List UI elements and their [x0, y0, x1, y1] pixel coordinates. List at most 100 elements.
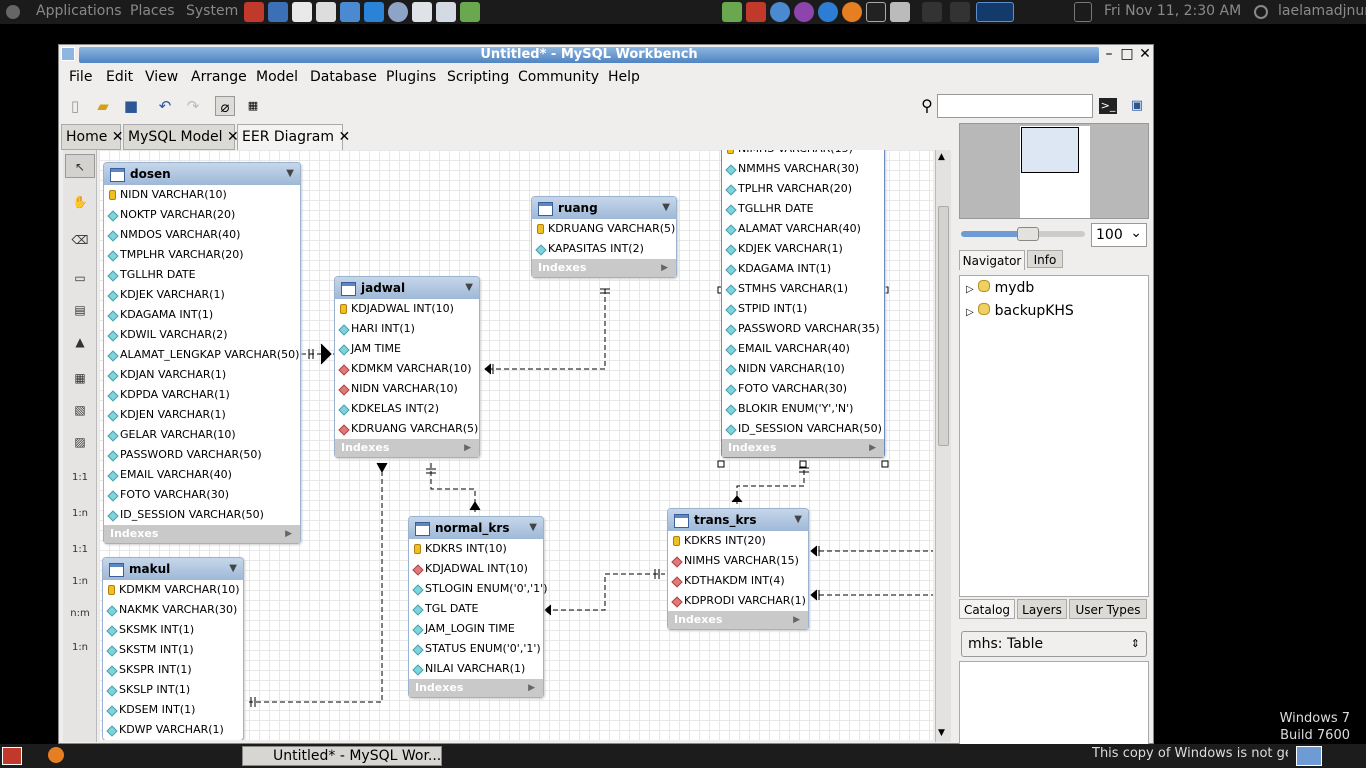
column-row[interactable]: STATUS ENUM('0','1') — [409, 639, 543, 659]
entity-title[interactable]: ruang — [532, 197, 676, 219]
menu-places[interactable]: Places — [130, 3, 175, 19]
app-icon[interactable] — [61, 47, 75, 61]
image-tool-icon[interactable]: ▲ — [65, 330, 95, 354]
close-tab-icon[interactable]: ✕ — [338, 129, 350, 145]
column-row[interactable]: NIMHS VARCHAR(15) — [722, 150, 884, 159]
menu-applications[interactable]: Applications — [36, 3, 122, 19]
entity-jadwal[interactable]: jadwal KDJADWAL INT(10)HARI INT(1)JAM TI… — [334, 276, 480, 458]
column-row[interactable]: EMAIL VARCHAR(40) — [722, 339, 884, 359]
entity-title[interactable]: trans_krs — [668, 509, 808, 531]
column-row[interactable]: KDPDA VARCHAR(1) — [104, 385, 300, 405]
menu-edit[interactable]: Edit — [106, 69, 133, 85]
hand-tool-icon[interactable]: ✋ — [65, 190, 95, 214]
column-row[interactable]: NAKMK VARCHAR(30) — [103, 600, 243, 620]
column-row[interactable]: KDTHAKDM INT(4) — [668, 571, 808, 591]
rel-1-n-tool[interactable]: 1:n — [65, 502, 95, 526]
column-row[interactable]: ALAMAT VARCHAR(40) — [722, 219, 884, 239]
column-row[interactable]: KDJAN VARCHAR(1) — [104, 365, 300, 385]
menu-view[interactable]: View — [145, 69, 178, 85]
menu-arrange[interactable]: Arrange — [191, 69, 247, 85]
object-selector[interactable]: mhs: Table ⇕ — [961, 631, 1147, 657]
column-row[interactable]: KDAGAMA INT(1) — [104, 305, 300, 325]
browser-icon[interactable] — [340, 2, 360, 22]
column-row[interactable]: PASSWORD VARCHAR(35) — [722, 319, 884, 339]
search-input[interactable] — [937, 94, 1093, 118]
scroll-thumb[interactable] — [938, 206, 949, 446]
tray-skype-icon[interactable] — [770, 2, 790, 22]
rel-jadwal-normal-krs[interactable] — [430, 463, 476, 515]
tab-info[interactable]: Info — [1027, 250, 1063, 268]
tree-item-mydb[interactable]: ▷ mydb — [966, 280, 1034, 296]
menu-community[interactable]: Community — [518, 69, 599, 85]
tray-screenshot-icon[interactable] — [890, 2, 910, 22]
indexes-bar[interactable]: Indexes — [409, 679, 543, 697]
column-row[interactable]: NILAI VARCHAR(1) — [409, 659, 543, 679]
firefox-icon[interactable] — [48, 747, 64, 763]
ubuntu-logo-icon[interactable] — [6, 5, 20, 19]
network-icon[interactable] — [268, 2, 288, 22]
column-row[interactable]: KDKRS INT(10) — [409, 539, 543, 559]
expander-icon[interactable]: ▷ — [966, 307, 974, 318]
tab-layers[interactable]: Layers — [1017, 599, 1067, 619]
power-icon[interactable] — [1254, 5, 1268, 19]
workspace-switcher[interactable] — [1296, 746, 1322, 766]
taskbar-item-workbench[interactable]: Untitled* - MySQL Wor... — [242, 746, 442, 766]
tray-chromium-icon[interactable] — [818, 2, 838, 22]
align-icon[interactable]: ▦ — [243, 96, 263, 116]
column-row[interactable]: TPLHR VARCHAR(20) — [722, 179, 884, 199]
tray-terminal-icon[interactable] — [866, 2, 886, 22]
entity-title[interactable]: normal_krs — [409, 517, 543, 539]
tab-user-types[interactable]: User Types — [1069, 599, 1147, 619]
globe-icon[interactable] — [388, 2, 408, 22]
maximize-icon[interactable]: □ — [1119, 46, 1135, 62]
column-row[interactable]: NIDN VARCHAR(10) — [722, 359, 884, 379]
panel-toggle-icon[interactable]: ▣ — [1127, 96, 1147, 116]
indexes-bar[interactable]: Indexes — [532, 259, 676, 277]
scroll-down-icon[interactable]: ▼ — [938, 728, 945, 738]
save-icon[interactable]: ■ — [121, 96, 141, 116]
open-folder-icon[interactable]: ▰ — [93, 96, 113, 116]
clock[interactable]: Fri Nov 11, 2:30 AM — [1104, 3, 1241, 19]
entity-mhs[interactable]: NIMHS VARCHAR(15)NMMHS VARCHAR(30)TPLHR … — [721, 150, 885, 458]
column-row[interactable]: JAM_LOGIN TIME — [409, 619, 543, 639]
column-row[interactable]: ID_SESSION VARCHAR(50) — [104, 505, 300, 525]
tray-emesene-icon[interactable] — [794, 2, 814, 22]
tab-catalog[interactable]: Catalog — [959, 599, 1015, 619]
column-row[interactable]: GELAR VARCHAR(10) — [104, 425, 300, 445]
menu-help[interactable]: Help — [608, 69, 640, 85]
column-row[interactable]: JAM TIME — [335, 339, 479, 359]
column-row[interactable]: STLOGIN ENUM('0','1') — [409, 579, 547, 599]
tab-navigator[interactable]: Navigator — [959, 250, 1025, 270]
column-row[interactable]: KDWP VARCHAR(1) — [103, 720, 243, 740]
column-row[interactable]: NOKTP VARCHAR(20) — [104, 205, 300, 225]
expander-icon[interactable]: ▷ — [966, 284, 974, 295]
rel-1-1-nonid-tool[interactable]: 1:1 — [65, 538, 95, 562]
rel-normal-krs-trans-krs[interactable] — [545, 573, 665, 611]
rel-mhs-trans-krs[interactable] — [736, 462, 805, 507]
pidgin-icon[interactable] — [292, 2, 312, 22]
entity-trans-krs[interactable]: trans_krs KDKRS INT(20)NIMHS VARCHAR(15)… — [667, 508, 809, 630]
entity-dosen[interactable]: dosen NIDN VARCHAR(10)NOKTP VARCHAR(20)N… — [103, 162, 301, 544]
note-tool-icon[interactable]: ▤ — [65, 298, 95, 322]
tray-firefox-icon[interactable] — [842, 2, 862, 22]
menu-file[interactable]: File — [69, 69, 92, 85]
indexes-bar[interactable]: Indexes — [668, 611, 808, 629]
column-row[interactable]: KDJADWAL INT(10) — [335, 299, 479, 319]
view-tool-icon[interactable]: ▧ — [65, 398, 95, 422]
show-desktop-icon[interactable] — [2, 747, 22, 765]
column-row[interactable]: KDAGAMA INT(1) — [722, 259, 884, 279]
eer-diagram-canvas[interactable]: dosen NIDN VARCHAR(10)NOKTP VARCHAR(20)N… — [99, 150, 933, 740]
column-row[interactable]: KDRUANG VARCHAR(5) — [335, 419, 479, 439]
column-row[interactable]: BLOKIR ENUM('Y','N') — [722, 399, 884, 419]
column-row[interactable]: KDKELAS INT(2) — [335, 399, 479, 419]
lightning-icon[interactable] — [364, 2, 384, 22]
column-row[interactable]: ALAMAT_LENGKAP VARCHAR(50) — [104, 345, 300, 365]
indexes-bar[interactable]: Indexes — [104, 525, 300, 543]
column-row[interactable]: TGLLHR DATE — [722, 199, 884, 219]
document-icon[interactable] — [316, 2, 336, 22]
column-row[interactable]: NIDN VARCHAR(10) — [104, 185, 300, 205]
menu-scripting[interactable]: Scripting — [447, 69, 509, 85]
column-row[interactable]: ID_SESSION VARCHAR(50) — [722, 419, 884, 439]
column-row[interactable]: NIMHS VARCHAR(15) — [668, 551, 808, 571]
menu-model[interactable]: Model — [256, 69, 298, 85]
